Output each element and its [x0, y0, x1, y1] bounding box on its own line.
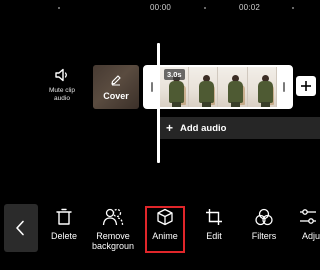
clip-frame: [188, 67, 218, 107]
edit-label: Edit: [206, 231, 222, 241]
filters-button[interactable]: Filters: [241, 208, 287, 241]
chevron-left-icon: [16, 220, 24, 236]
add-clip-button[interactable]: [296, 76, 316, 96]
delete-button[interactable]: Delete: [41, 208, 87, 241]
clip-duration-badge: 3.0s: [164, 69, 185, 80]
cover-button[interactable]: Cover: [93, 65, 139, 109]
pencil-icon: [111, 75, 121, 86]
add-audio-plus-icon: +: [166, 121, 174, 135]
plus-icon: [301, 81, 311, 91]
playhead[interactable]: [157, 43, 160, 163]
adjust-label: Adju: [302, 231, 320, 241]
ruler-tick: [58, 7, 60, 9]
speaker-icon: [55, 68, 67, 82]
back-button[interactable]: [4, 204, 38, 252]
add-audio-label: Add audio: [180, 123, 227, 134]
ruler-tick: [292, 7, 294, 9]
crop-icon: [206, 209, 222, 225]
mute-clip-audio-button[interactable]: Mute clip audio: [44, 68, 80, 103]
ruler-time-0: 00:00: [150, 3, 172, 12]
ruler-tick: [204, 7, 206, 9]
adjust-icon: [300, 209, 316, 224]
mute-clip-audio-label: Mute clip audio: [48, 87, 75, 102]
clip-frame: [218, 67, 248, 107]
add-audio-button[interactable]: + Add audio: [158, 117, 320, 139]
ruler-time-2: 00:02: [239, 3, 261, 12]
time-ruler: 00:00 00:02: [0, 0, 320, 16]
clip-frame: [247, 67, 277, 107]
filters-icon: [255, 208, 273, 226]
person-cutout-icon: [102, 208, 124, 226]
remove-background-button[interactable]: Remove backgroun: [90, 208, 136, 251]
cover-label: Cover: [103, 91, 129, 101]
anime-highlight-box: [145, 206, 185, 253]
trash-icon: [56, 208, 72, 225]
filters-label: Filters: [251, 231, 277, 241]
edit-button[interactable]: Edit: [191, 208, 237, 241]
clip-trim-handle-right[interactable]: [277, 67, 291, 107]
adjust-button[interactable]: Adju: [292, 208, 320, 241]
remove-background-label: Remove backgroun: [91, 231, 135, 251]
delete-label: Delete: [50, 231, 77, 241]
